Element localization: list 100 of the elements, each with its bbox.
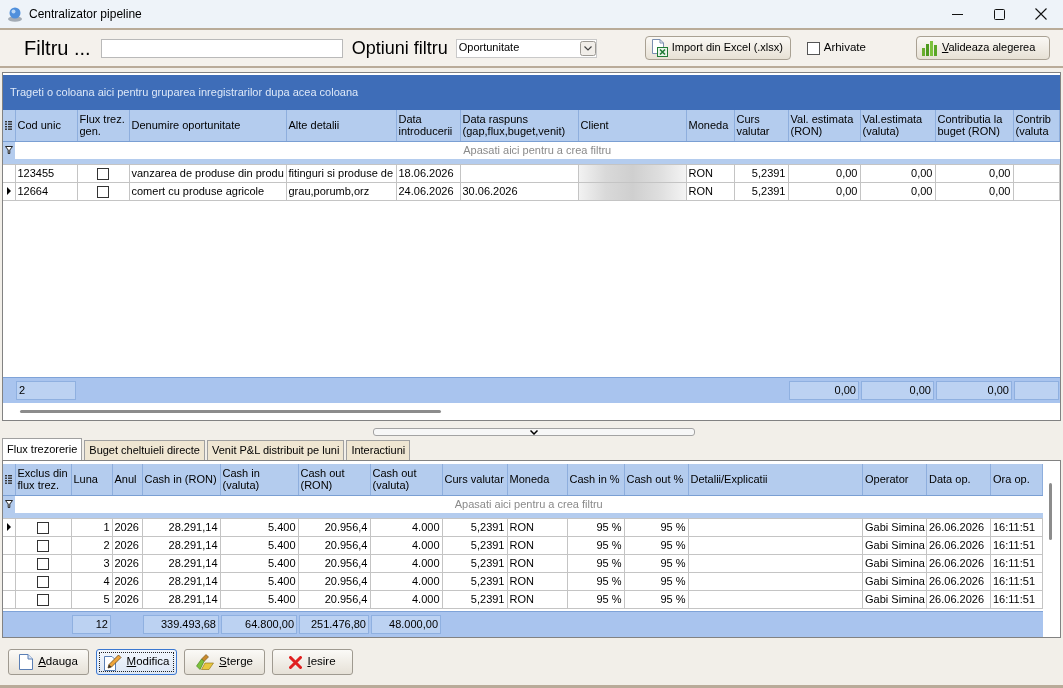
column-header[interactable]: Operator [862, 464, 927, 495]
column-header[interactable]: Curs valutar [734, 110, 788, 141]
column-header[interactable]: Cash out % [624, 464, 688, 495]
table-cell: 20.956,4 [298, 572, 370, 590]
checkbox[interactable] [37, 576, 49, 589]
funnel-icon [5, 146, 13, 155]
row-indicator[interactable] [3, 518, 15, 536]
list-icon [5, 474, 13, 484]
table-cell: 0,00 [860, 182, 935, 200]
document-icon [19, 654, 34, 670]
table-cell: 5,2391 [442, 572, 507, 590]
column-header[interactable]: Cash out (RON) [298, 464, 370, 495]
table-cell: vanzarea de produse din produ [129, 164, 286, 182]
filter-label: Filtru ... [24, 36, 91, 60]
table-cell: 24.06.2026 [396, 182, 460, 200]
table-cell: 12664 [15, 182, 77, 200]
edit-button[interactable]: Modifica [96, 649, 177, 675]
table-cell: 16:11:51 [990, 518, 1043, 536]
table-cell: 3 [71, 554, 112, 572]
column-header[interactable]: Contributia la buget (RON) [935, 110, 1013, 141]
table-cell: Gabi Simina [862, 536, 927, 554]
table-cell: 95 % [567, 572, 624, 590]
table-cell: 5,2391 [442, 554, 507, 572]
tab[interactable]: Venit P&L distribuit pe luni [207, 440, 345, 460]
import-button[interactable]: Import din Excel (.xlsx) [644, 36, 791, 60]
column-header[interactable]: Detalii/Explicatii [688, 464, 863, 495]
table-cell: 2026 [112, 590, 142, 608]
splitter-handle[interactable] [373, 428, 695, 436]
table-cell: 95 % [567, 590, 624, 608]
column-header[interactable]: Exclus din flux trez. [15, 464, 71, 495]
x-mark-icon [289, 655, 303, 669]
column-header[interactable]: Data op. [926, 464, 991, 495]
tab[interactable]: Flux trezorerie [2, 438, 83, 460]
table-cell: RON [507, 554, 567, 572]
column-header[interactable]: Contrib (valuta [1013, 110, 1060, 141]
checkbox[interactable] [37, 594, 49, 607]
validate-button[interactable]: Valideaza alegerea [915, 36, 1050, 60]
filter-options-dropdown[interactable]: Oportunitate [455, 38, 597, 58]
column-header[interactable]: Luna [71, 464, 112, 495]
table-cell: 1 [71, 518, 112, 536]
scrollbar-thumb[interactable] [1049, 483, 1052, 540]
table-cell: 2026 [112, 572, 142, 590]
column-header[interactable]: Denumire oportunitate [129, 110, 286, 141]
table-cell: RON [507, 536, 567, 554]
column-header[interactable]: Cash in (RON) [142, 464, 220, 495]
add-button[interactable]: Adauga [8, 649, 89, 675]
table-cell: 95 % [567, 536, 624, 554]
table-cell: 16:11:51 [990, 554, 1043, 572]
table-cell: 95 % [567, 518, 624, 536]
table-cell: 26.06.2026 [926, 518, 991, 536]
checkbox[interactable] [97, 186, 109, 199]
checkbox[interactable] [37, 558, 49, 571]
scrollbar-thumb[interactable] [20, 410, 441, 413]
table-cell: 16:11:51 [990, 590, 1043, 608]
table-cell: 16:11:51 [990, 572, 1043, 590]
column-header[interactable]: Anul [112, 464, 142, 495]
column-header[interactable]: Data introducerii [396, 110, 460, 141]
table-cell: 95 % [624, 590, 688, 608]
column-header[interactable]: Flux trez. gen. [77, 110, 129, 141]
column-header[interactable]: Val.estimata (valuta) [860, 110, 935, 141]
tab[interactable]: Buget cheltuieli directe [84, 440, 205, 460]
table-cell: 20.956,4 [298, 590, 370, 608]
tab[interactable]: Interactiuni [346, 440, 411, 460]
filter-input[interactable] [100, 38, 343, 58]
column-header[interactable]: Curs valutar [442, 464, 507, 495]
column-header[interactable]: Val. estimata (RON) [788, 110, 860, 141]
checkbox[interactable] [37, 522, 49, 535]
table-cell: 4 [71, 572, 112, 590]
exit-button[interactable]: Iesire [272, 649, 353, 675]
table-cell: RON [507, 518, 567, 536]
table-cell: 4.000 [370, 536, 442, 554]
column-header[interactable]: Data raspuns (gap,flux,buget,venit) [460, 110, 578, 141]
checkbox[interactable] [37, 540, 49, 553]
minimize-icon [951, 13, 963, 15]
table-cell: 5.400 [220, 590, 298, 608]
column-header[interactable]: Moneda [507, 464, 567, 495]
table-cell: 28.291,14 [142, 572, 220, 590]
total-field: 251.476,80 [299, 615, 369, 634]
bar-chart-icon [921, 40, 938, 56]
column-header[interactable]: Client [578, 110, 686, 141]
table-cell: 5.400 [220, 518, 298, 536]
table-cell: 0,00 [788, 182, 860, 200]
table-cell: 16:11:51 [990, 536, 1043, 554]
table-cell: 2026 [112, 536, 142, 554]
table-cell: 95 % [624, 554, 688, 572]
column-header[interactable]: Cod unic [15, 110, 77, 141]
column-header[interactable]: Cash out (valuta) [370, 464, 442, 495]
column-header[interactable]: Moneda [686, 110, 734, 141]
checkbox[interactable] [97, 168, 109, 181]
table-cell: 95 % [624, 518, 688, 536]
table-cell: 28.291,14 [142, 518, 220, 536]
column-header[interactable]: Alte detalii [286, 110, 396, 141]
column-header[interactable]: Cash in (valuta) [220, 464, 298, 495]
column-header[interactable]: Cash in % [567, 464, 624, 495]
table-cell: comert cu produse agricole [129, 182, 286, 200]
delete-button[interactable]: Sterge [184, 649, 265, 675]
checkbox[interactable] [806, 41, 820, 55]
column-header[interactable]: Ora op. [990, 464, 1043, 495]
table-cell: RON [686, 182, 734, 200]
table-cell: RON [686, 164, 734, 182]
